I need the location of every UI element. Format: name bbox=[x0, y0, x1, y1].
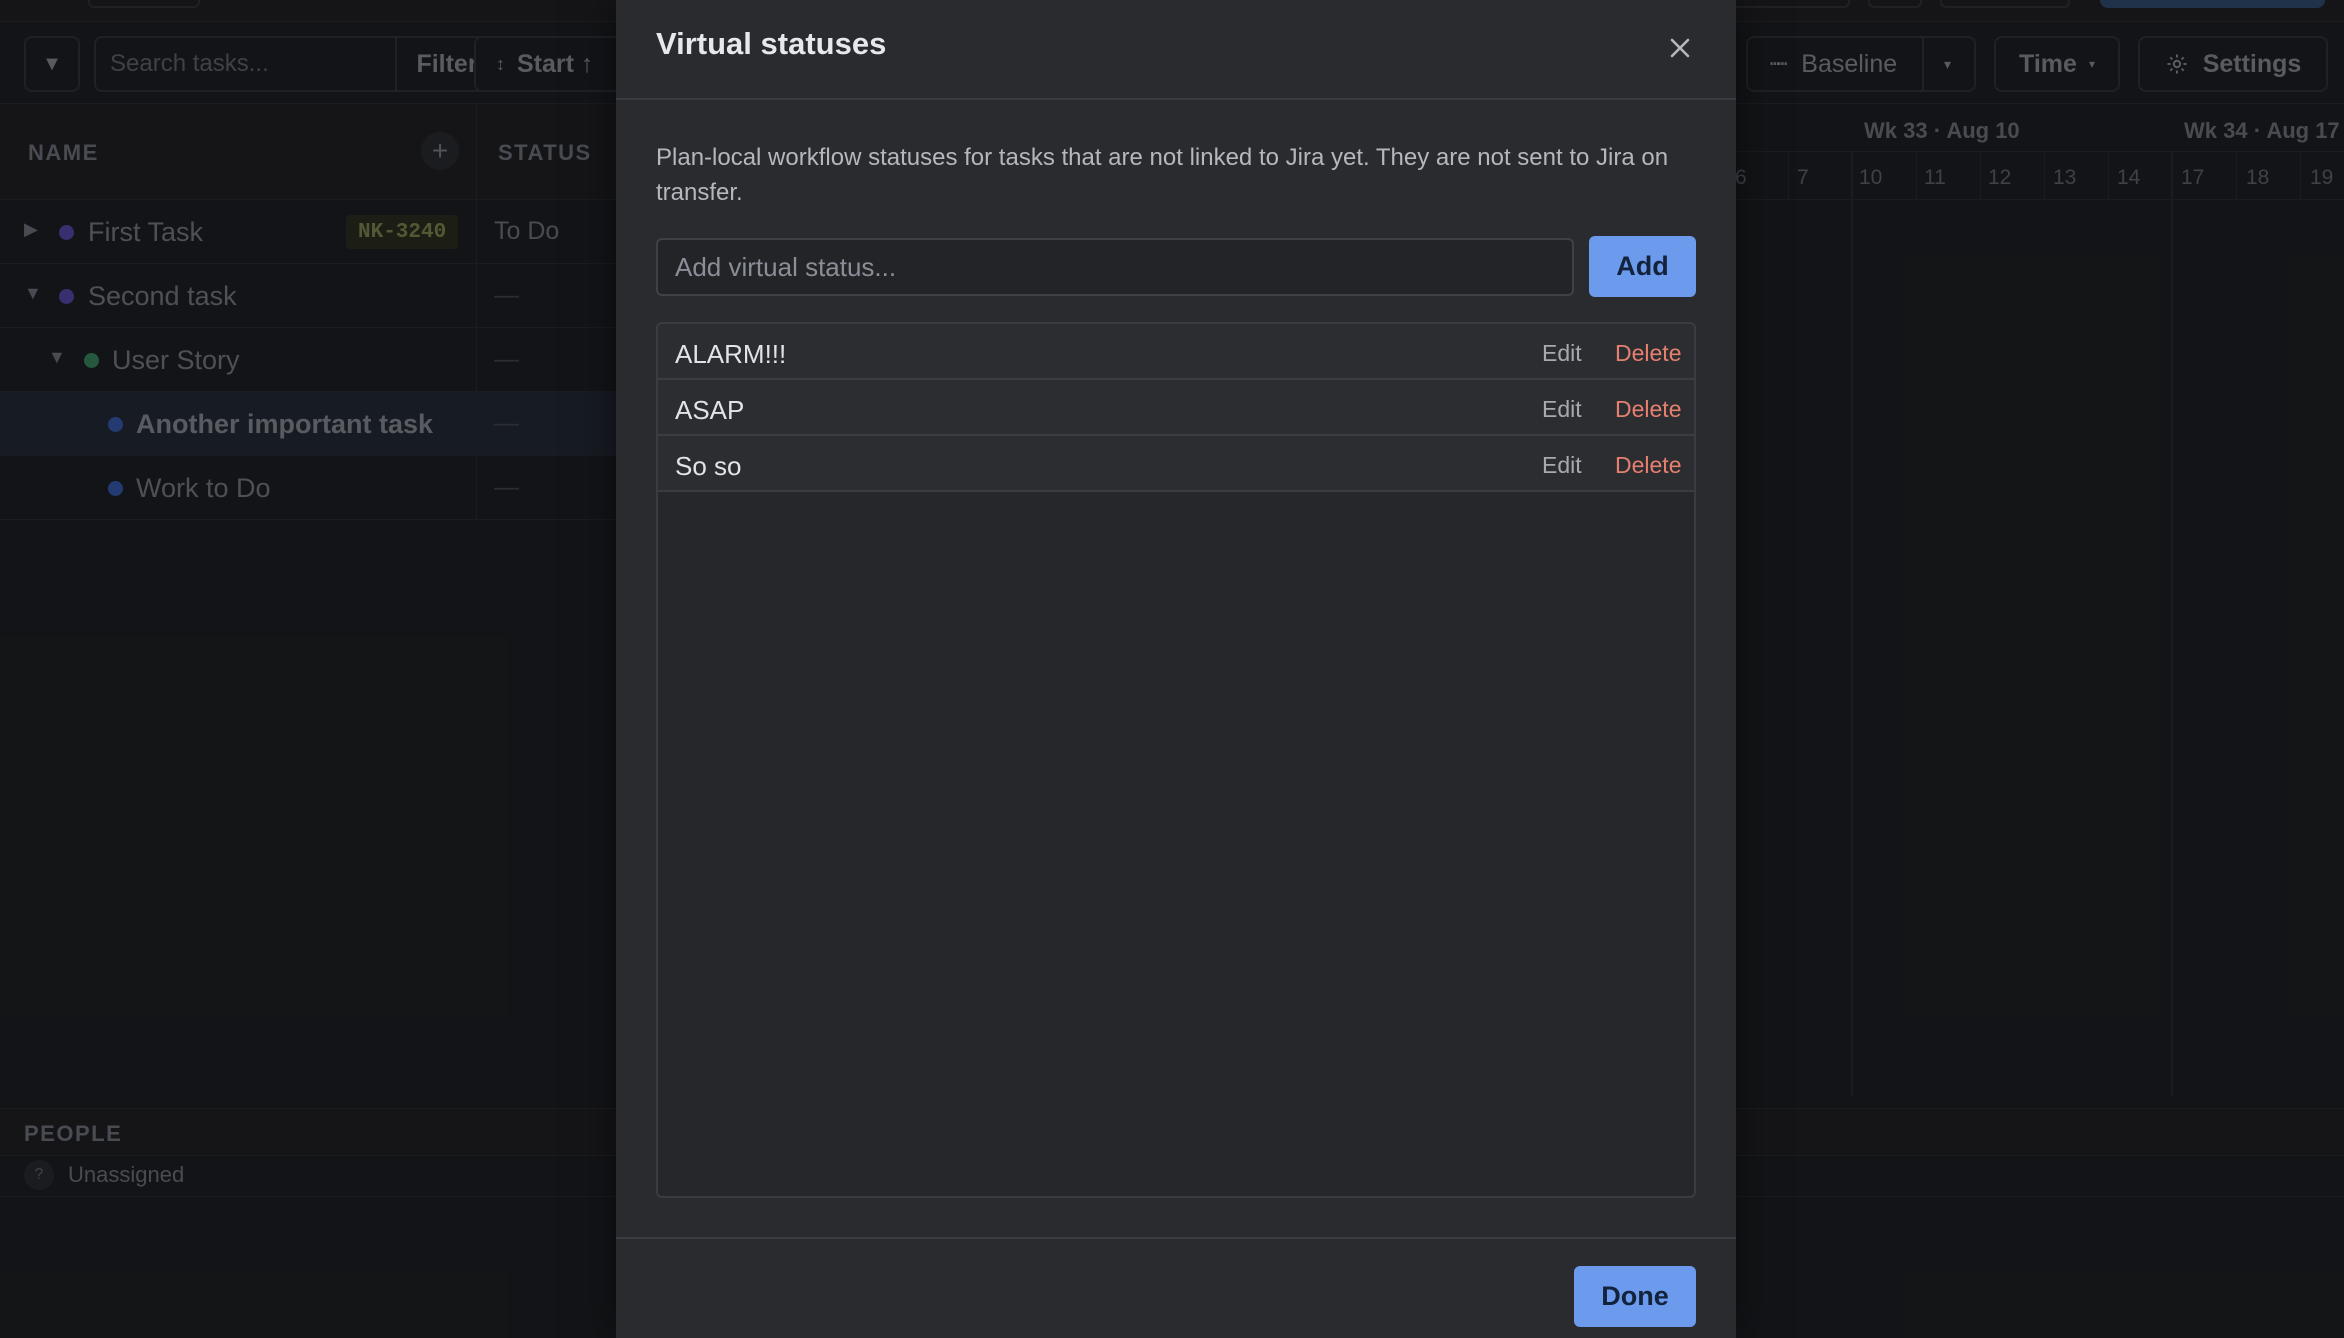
edit-button[interactable]: Edit bbox=[1542, 396, 1582, 423]
close-icon bbox=[1670, 38, 1690, 58]
status-name: So so bbox=[675, 451, 742, 481]
virtual-statuses-dialog: Virtual statuses Plan-local workflow sta… bbox=[616, 0, 1736, 1338]
virtual-status-input[interactable] bbox=[656, 238, 1574, 296]
status-name: ALARM!!! bbox=[675, 339, 787, 369]
add-status-button[interactable]: Add bbox=[1589, 236, 1696, 297]
dialog-footer: Done bbox=[616, 1237, 1736, 1338]
edit-button[interactable]: Edit bbox=[1542, 340, 1582, 367]
list-item: ASAP Edit Delete bbox=[658, 380, 1694, 436]
delete-button[interactable]: Delete bbox=[1615, 452, 1681, 479]
done-button[interactable]: Done bbox=[1574, 1266, 1696, 1327]
edit-button[interactable]: Edit bbox=[1542, 452, 1582, 479]
virtual-status-list: ALARM!!! Edit Delete ASAP Edit Delete So… bbox=[656, 322, 1696, 1198]
dialog-title: Virtual statuses bbox=[656, 26, 887, 61]
status-name: ASAP bbox=[675, 395, 745, 425]
dialog-header: Virtual statuses bbox=[616, 0, 1736, 100]
list-item: So so Edit Delete bbox=[658, 436, 1694, 492]
dialog-description: Plan-local workflow statuses for tasks t… bbox=[656, 144, 1669, 206]
list-item: ALARM!!! Edit Delete bbox=[658, 324, 1694, 380]
close-button[interactable] bbox=[1660, 28, 1700, 68]
delete-button[interactable]: Delete bbox=[1615, 396, 1681, 423]
delete-button[interactable]: Delete bbox=[1615, 340, 1681, 367]
